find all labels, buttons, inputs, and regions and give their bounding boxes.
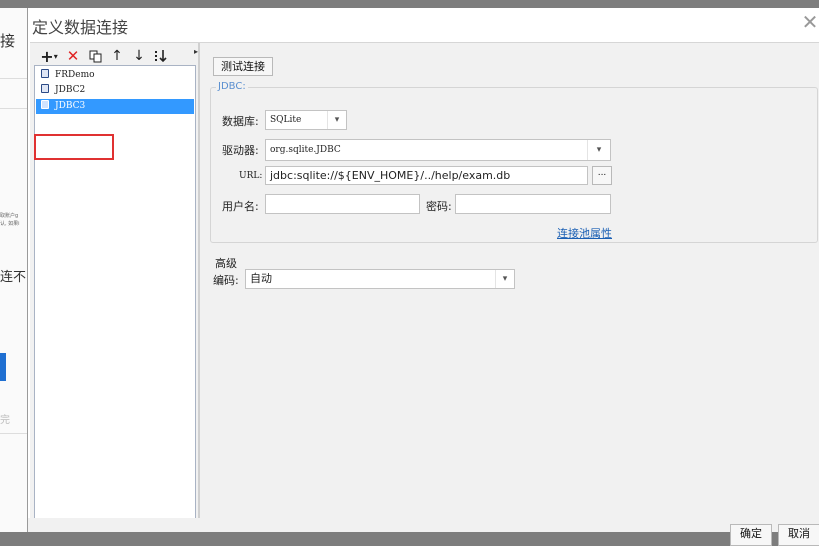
background-divider bbox=[0, 78, 30, 79]
add-connection-button[interactable]: + ▾ bbox=[38, 46, 60, 66]
encoding-select[interactable]: 自动 ▾ bbox=[245, 269, 515, 289]
database-select[interactable]: SQLite ▾ bbox=[265, 110, 347, 130]
chevron-down-icon: ▾ bbox=[53, 51, 58, 61]
background-divider bbox=[0, 108, 30, 109]
delete-connection-button[interactable]: ✕ bbox=[64, 47, 82, 65]
background-button bbox=[0, 353, 6, 381]
driver-label: 驱动器: bbox=[222, 144, 259, 157]
dialog-content: + ▾ ✕ ↑ ↓ ▸ FRDemo JDBC2 JDBC3 测试连接 JDBC… bbox=[30, 42, 819, 521]
background-small-text: 认, 如果i bbox=[0, 221, 20, 227]
background-text: 完 bbox=[0, 415, 10, 426]
sort-button[interactable] bbox=[152, 47, 170, 65]
chevron-down-icon: ▾ bbox=[495, 270, 514, 288]
dialog-title: 定义数据连接 bbox=[32, 18, 129, 37]
list-item-label: FRDemo bbox=[55, 70, 95, 80]
chevron-down-icon: ▾ bbox=[587, 140, 610, 160]
test-connection-button[interactable]: 测试连接 bbox=[213, 57, 273, 76]
copy-icon bbox=[89, 50, 101, 62]
list-item-jdbc3[interactable]: JDBC3 bbox=[36, 99, 194, 114]
connection-pool-properties-link[interactable]: 连接池属性 bbox=[557, 225, 612, 241]
list-item-label: JDBC3 bbox=[55, 101, 86, 111]
url-label: URL: bbox=[239, 171, 263, 181]
delete-icon: ✕ bbox=[66, 47, 80, 65]
connection-list-pane: + ▾ ✕ ↑ ↓ ▸ FRDemo JDBC2 JDBC3 bbox=[30, 43, 198, 521]
database-icon bbox=[41, 69, 49, 78]
connection-settings-pane: 测试连接 JDBC: 数据库: SQLite ▾ 驱动器: org.sqlite… bbox=[202, 43, 819, 519]
move-up-button[interactable]: ↑ bbox=[108, 47, 126, 65]
background-text: 接 bbox=[0, 32, 16, 50]
password-input[interactable] bbox=[455, 194, 611, 214]
list-item-label: JDBC2 bbox=[55, 85, 86, 95]
highlight-box bbox=[34, 134, 114, 160]
move-down-button[interactable]: ↓ bbox=[130, 47, 148, 65]
arrow-down-icon: ↓ bbox=[133, 48, 145, 64]
password-label: 密码: bbox=[426, 200, 452, 213]
copy-connection-button[interactable] bbox=[86, 47, 104, 65]
driver-select[interactable]: org.sqlite.JDBC ▾ bbox=[265, 139, 611, 161]
close-icon[interactable]: ✕ bbox=[800, 12, 819, 32]
list-item-jdbc2[interactable]: JDBC2 bbox=[36, 83, 194, 98]
username-label: 用户名: bbox=[222, 200, 259, 213]
database-icon bbox=[41, 100, 49, 109]
background-divider bbox=[0, 433, 30, 434]
define-data-connection-dialog: 定义数据连接 ✕ + ▾ ✕ ↑ ↓ ▸ FRDemo JDBC2 JDBC3 … bbox=[27, 8, 819, 546]
database-icon bbox=[41, 84, 49, 93]
database-select-value: SQLite bbox=[270, 115, 302, 125]
jdbc-group-label: JDBC: bbox=[216, 81, 248, 92]
pane-splitter[interactable] bbox=[198, 43, 200, 519]
background-app: 接 取账户g 认, 如果i 连不 完 bbox=[0, 8, 30, 532]
url-browse-button[interactable]: ... bbox=[592, 166, 612, 185]
database-label: 数据库: bbox=[222, 115, 259, 128]
dialog-footer: 确定 取消 bbox=[28, 518, 819, 546]
background-small-text: 取账户g bbox=[0, 213, 19, 219]
advanced-section-title: 高级 bbox=[215, 257, 237, 270]
connection-toolbar: + ▾ ✕ ↑ ↓ bbox=[38, 46, 170, 66]
url-input[interactable]: jdbc:sqlite://${ENV_HOME}/../help/exam.d… bbox=[265, 166, 588, 185]
list-item-frdemo[interactable]: FRDemo bbox=[36, 68, 194, 83]
background-text: 连不 bbox=[0, 270, 27, 285]
chevron-down-icon: ▾ bbox=[327, 111, 346, 129]
ok-button[interactable]: 确定 bbox=[730, 524, 772, 546]
username-input[interactable] bbox=[265, 194, 420, 214]
driver-select-value: org.sqlite.JDBC bbox=[270, 145, 341, 155]
cancel-button[interactable]: 取消 bbox=[778, 524, 819, 546]
arrow-up-icon: ↑ bbox=[111, 48, 123, 64]
encoding-select-value: 自动 bbox=[250, 272, 272, 285]
sort-icon bbox=[155, 50, 167, 63]
plus-icon: + bbox=[40, 46, 54, 66]
encoding-label: 编码: bbox=[213, 274, 239, 287]
